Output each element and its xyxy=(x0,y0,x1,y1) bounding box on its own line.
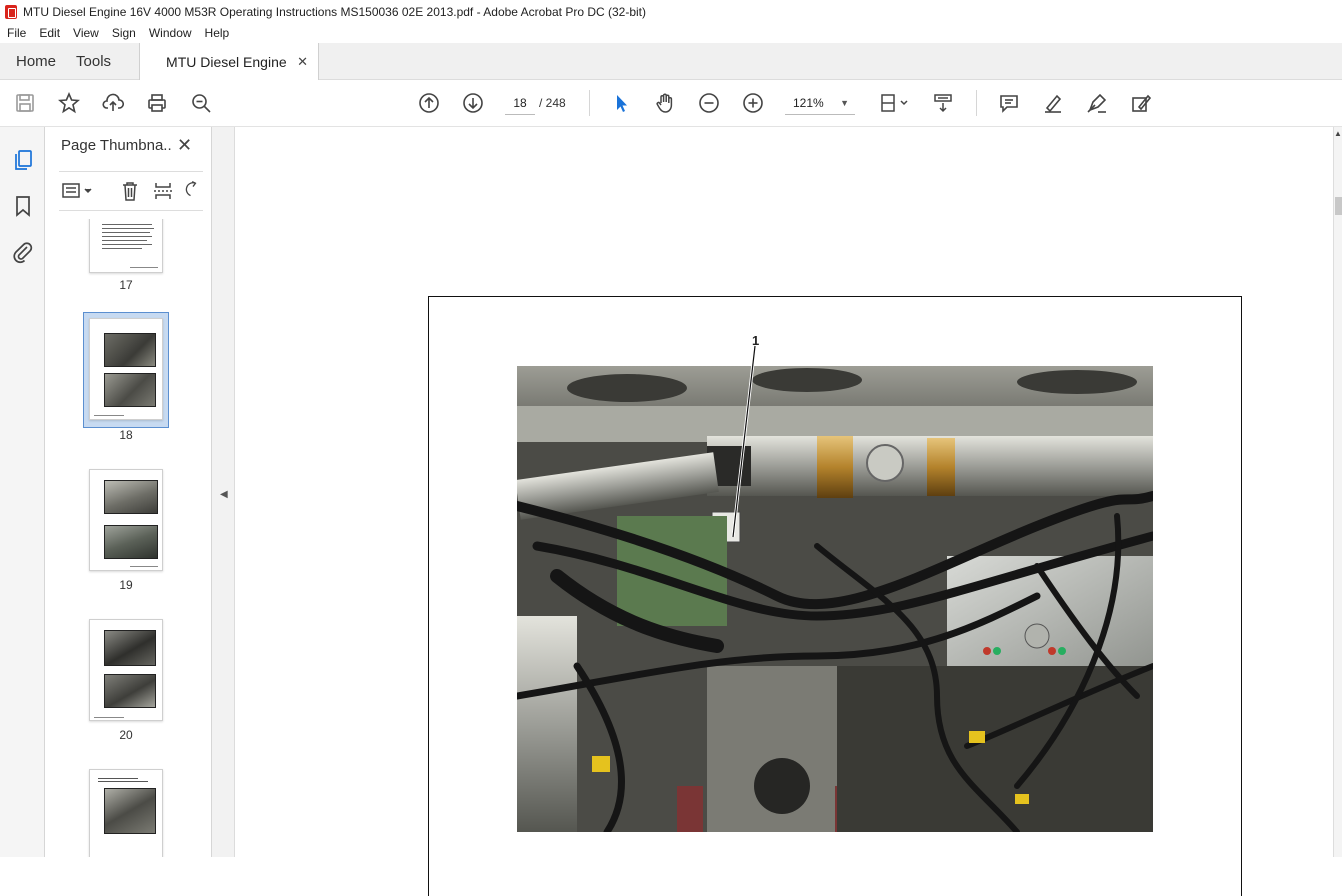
collapse-panel-icon[interactable]: ◀ xyxy=(220,489,228,500)
rotate-page-icon[interactable] xyxy=(184,180,202,202)
zoom-search-icon[interactable] xyxy=(189,91,213,115)
page-thumbnail-20[interactable] xyxy=(89,619,163,721)
figure-callout-number: 1 xyxy=(752,333,760,348)
comment-icon[interactable] xyxy=(997,91,1021,115)
document-scrollbar[interactable]: ▲ xyxy=(1333,127,1342,857)
chevron-down-icon: ▼ xyxy=(840,98,849,108)
draw-icon[interactable] xyxy=(1085,91,1109,115)
window-title: MTU Diesel Engine 16V 4000 M53R Operatin… xyxy=(23,4,647,19)
fill-sign-icon[interactable] xyxy=(1129,91,1153,115)
page-number-20: 20 xyxy=(119,728,133,742)
thumbnail-options-icon[interactable] xyxy=(61,180,95,202)
tab-home[interactable]: Home xyxy=(0,43,72,79)
panel-toolbar xyxy=(59,171,203,211)
zoom-in-icon[interactable] xyxy=(741,91,765,115)
save-icon[interactable] xyxy=(13,91,37,115)
page-thumbnails-icon[interactable] xyxy=(11,148,35,172)
menu-edit[interactable]: Edit xyxy=(32,26,66,40)
scroll-mode-icon[interactable] xyxy=(931,91,955,115)
toolbar-divider xyxy=(589,90,590,116)
select-cursor-icon[interactable] xyxy=(609,91,633,115)
zoom-level-value: 121% xyxy=(793,96,824,110)
bookmark-star-icon[interactable] xyxy=(57,91,81,115)
navigation-rail xyxy=(0,127,45,857)
scroll-up-icon[interactable]: ▲ xyxy=(1334,129,1342,138)
next-page-icon[interactable] xyxy=(461,91,485,115)
upload-icon[interactable] xyxy=(101,91,125,115)
engine-photo-illustration xyxy=(517,366,1153,832)
page-thumbnail-21[interactable] xyxy=(89,769,163,857)
acrobat-logo-icon xyxy=(5,4,17,19)
extract-page-icon[interactable] xyxy=(152,180,174,202)
scrollbar-thumb[interactable] xyxy=(1335,197,1342,215)
page-number-17: 17 xyxy=(119,278,133,292)
close-tab-icon[interactable]: ✕ xyxy=(297,54,308,70)
print-icon[interactable] xyxy=(145,91,169,115)
menu-file[interactable]: File xyxy=(0,26,32,40)
attachments-icon[interactable] xyxy=(11,240,35,264)
close-panel-icon[interactable]: ✕ xyxy=(177,135,192,156)
thumbnails-panel: Page Thumbna... ✕ 17 18 19 20 xyxy=(45,127,252,857)
tab-tools[interactable]: Tools xyxy=(72,43,127,79)
zoom-level-select[interactable]: 121% ▼ xyxy=(785,91,855,115)
page-number-19: 19 xyxy=(119,578,133,592)
menu-help[interactable]: Help xyxy=(198,26,236,40)
panel-title: Page Thumbna... xyxy=(61,137,171,154)
menu-bar: File Edit View Sign Window Help xyxy=(0,23,1342,43)
toolbar-divider xyxy=(976,90,977,116)
page-number-18: 18 xyxy=(119,428,133,442)
thumbnail-list: 17 18 19 20 xyxy=(45,219,193,857)
page-total: / 248 xyxy=(539,96,566,110)
menu-view[interactable]: View xyxy=(66,26,105,40)
tab-document-label: MTU Diesel Engine ... xyxy=(166,53,292,70)
highlight-icon[interactable] xyxy=(1041,91,1065,115)
bookmarks-icon[interactable] xyxy=(11,194,35,218)
page-thumbnail-19[interactable] xyxy=(89,469,163,571)
panel-collapse-strip[interactable]: ◀ xyxy=(212,127,235,857)
menu-sign[interactable]: Sign xyxy=(105,26,142,40)
zoom-out-icon[interactable] xyxy=(697,91,721,115)
page-thumbnail-18[interactable] xyxy=(89,318,163,420)
title-bar: MTU Diesel Engine 16V 4000 M53R Operatin… xyxy=(0,0,1342,23)
tab-document[interactable]: MTU Diesel Engine ... ✕ xyxy=(139,43,320,80)
page-thumbnail-17[interactable] xyxy=(89,219,163,273)
menu-window[interactable]: Window xyxy=(142,26,198,40)
previous-page-icon[interactable] xyxy=(417,91,441,115)
delete-page-icon[interactable] xyxy=(119,180,141,202)
tab-bar: Home Tools MTU Diesel Engine ... ✕ xyxy=(0,43,1342,80)
page-number-input[interactable]: 18 xyxy=(505,91,535,115)
page-fit-icon[interactable] xyxy=(876,91,912,115)
hand-tool-icon[interactable] xyxy=(653,91,677,115)
engine-photo xyxy=(517,366,1153,832)
